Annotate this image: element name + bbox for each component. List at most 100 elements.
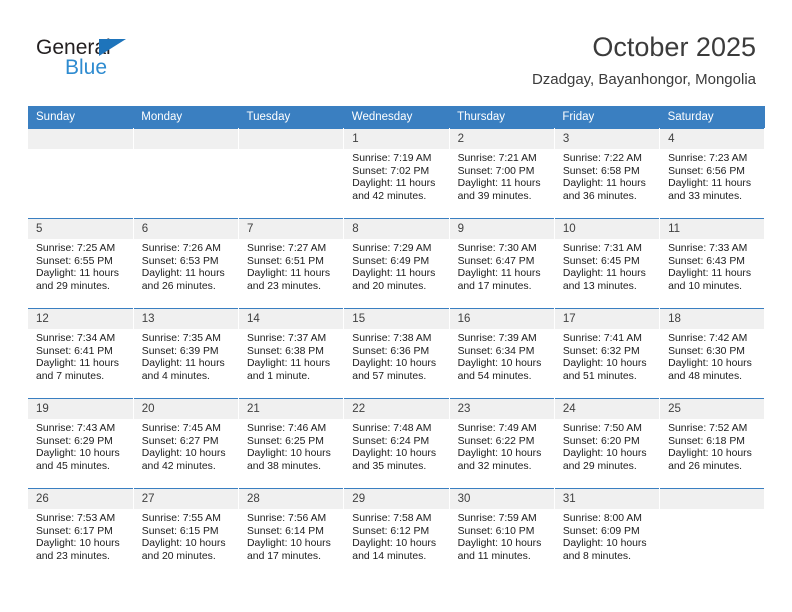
calendar-day-cell[interactable]: 19 Sunrise: 7:43 AM Sunset: 6:29 PM Dayligh… (28, 398, 134, 489)
sunset-text: Sunset: 6:53 PM (141, 255, 219, 267)
sunrise-text: Sunrise: 7:38 AM (352, 333, 432, 344)
calendar-header-row: Sunday Monday Tuesday Wednesday Thursday… (28, 106, 765, 129)
sunset-text: Sunset: 6:56 PM (668, 165, 745, 177)
calendar-day-cell-empty (238, 128, 345, 219)
daylight-text-line1: Daylight: 11 hours (247, 358, 331, 370)
sunrise-text: Sunrise: 7:39 AM (457, 333, 537, 344)
calendar-day-cell-empty (659, 488, 766, 579)
calendar-day-cell[interactable]: 22 Sunrise: 7:48 AM Sunset: 6:24 PM Dayligh… (343, 398, 450, 489)
sunset-text: Sunset: 6:36 PM (352, 345, 430, 357)
calendar-day-cell[interactable]: 30 Sunrise: 7:59 AM Sunset: 6:10 PM Dayligh… (449, 488, 555, 579)
sunset-text: Sunset: 6:14 PM (247, 525, 324, 537)
calendar-day-cell[interactable]: 24 Sunrise: 7:50 AM Sunset: 6:20 PM Dayligh… (554, 398, 661, 489)
sunset-text: Sunset: 6:30 PM (668, 345, 745, 357)
calendar-day-cell[interactable]: 26 Sunrise: 7:53 AM Sunset: 6:17 PM Dayligh… (28, 488, 134, 579)
day-number (660, 489, 765, 509)
calendar-day-cell[interactable]: 31 Sunrise: 8:00 AM Sunset: 6:09 PM Dayligh… (554, 488, 661, 579)
calendar-day-cell[interactable]: 28 Sunrise: 7:56 AM Sunset: 6:14 PM Dayligh… (238, 488, 345, 579)
sunset-text: Sunset: 6:25 PM (247, 435, 324, 447)
day-number: 10 (554, 219, 660, 239)
calendar-day-cell[interactable]: 27 Sunrise: 7:55 AM Sunset: 6:15 PM Dayligh… (133, 488, 240, 579)
daylight-text-line1: Daylight: 11 hours (141, 358, 225, 370)
daylight-text-line2: and 57 minutes. (352, 370, 427, 382)
sunrise-text: Sunrise: 7:42 AM (668, 333, 748, 344)
calendar-day-cell[interactable]: 21 Sunrise: 7:46 AM Sunset: 6:25 PM Dayligh… (238, 398, 345, 489)
daylight-text-line1: Daylight: 10 hours (141, 448, 226, 460)
daylight-text-line1: Daylight: 11 hours (36, 358, 119, 370)
sunset-text: Sunset: 6:39 PM (141, 345, 219, 357)
calendar-day-cell[interactable]: 10 Sunrise: 7:31 AM Sunset: 6:45 PM Dayligh… (554, 218, 661, 309)
day-number: 15 (344, 309, 449, 329)
daylight-text-line2: and 35 minutes. (352, 460, 427, 472)
sunset-text: Sunset: 6:51 PM (247, 255, 324, 267)
day-details: Sunrise: 8:00 AM Sunset: 6:09 PM Daylight:… (555, 509, 659, 563)
calendar-day-cell[interactable]: 16 Sunrise: 7:39 AM Sunset: 6:34 PM Dayligh… (449, 308, 555, 399)
sunrise-text: Sunrise: 7:55 AM (141, 513, 221, 524)
calendar-day-cell[interactable]: 23 Sunrise: 7:49 AM Sunset: 6:22 PM Dayligh… (449, 398, 555, 489)
calendar-day-cell[interactable]: 29 Sunrise: 7:58 AM Sunset: 6:12 PM Dayligh… (343, 488, 450, 579)
day-details: Sunrise: 7:19 AM Sunset: 7:02 PM Daylight:… (344, 149, 448, 203)
daylight-text-line2: and 48 minutes. (668, 370, 743, 382)
sunset-text: Sunset: 6:43 PM (668, 255, 745, 267)
sunrise-text: Sunrise: 7:21 AM (457, 153, 537, 164)
day-number: 20 (133, 399, 239, 419)
daylight-text-line2: and 20 minutes. (141, 550, 216, 562)
calendar-day-cell[interactable]: 6 Sunrise: 7:26 AM Sunset: 6:53 PM Daylight… (133, 218, 240, 309)
day-details: Sunrise: 7:30 AM Sunset: 6:47 PM Daylight:… (450, 239, 554, 293)
calendar-day-cell[interactable]: 15 Sunrise: 7:38 AM Sunset: 6:36 PM Dayligh… (343, 308, 450, 399)
sunrise-text: Sunrise: 7:25 AM (36, 243, 116, 254)
daylight-text-line2: and 8 minutes. (562, 550, 631, 562)
daylight-text-line1: Daylight: 11 hours (247, 268, 331, 280)
sunrise-text: Sunrise: 7:26 AM (141, 243, 221, 254)
calendar-day-cell[interactable]: 17 Sunrise: 7:41 AM Sunset: 6:32 PM Dayligh… (554, 308, 661, 399)
day-details: Sunrise: 7:34 AM Sunset: 6:41 PM Daylight:… (28, 329, 133, 383)
calendar-day-cell[interactable]: 13 Sunrise: 7:35 AM Sunset: 6:39 PM Dayligh… (133, 308, 240, 399)
calendar-day-cell[interactable]: 7 Sunrise: 7:27 AM Sunset: 6:51 PM Daylight… (238, 218, 345, 309)
calendar-day-cell[interactable]: 4 Sunrise: 7:23 AM Sunset: 6:56 PM Daylight… (659, 128, 766, 219)
calendar-day-cell[interactable]: 12 Sunrise: 7:34 AM Sunset: 6:41 PM Dayligh… (28, 308, 134, 399)
calendar-day-cell[interactable]: 1 Sunrise: 7:19 AM Sunset: 7:02 PM Daylight… (343, 128, 450, 219)
calendar-day-cell[interactable]: 9 Sunrise: 7:30 AM Sunset: 6:47 PM Daylight… (449, 218, 555, 309)
day-details: Sunrise: 7:39 AM Sunset: 6:34 PM Daylight:… (450, 329, 554, 383)
sunrise-text: Sunrise: 7:59 AM (457, 513, 537, 524)
calendar-day-cell[interactable]: 18 Sunrise: 7:42 AM Sunset: 6:30 PM Dayligh… (659, 308, 766, 399)
daylight-text-line2: and 1 minute. (247, 370, 310, 382)
general-blue-logo[interactable]: General Blue (36, 36, 216, 86)
page-subtitle: Dzadgay, Bayanhongor, Mongolia (531, 71, 756, 88)
day-number: 2 (449, 129, 554, 149)
daylight-text-line1: Daylight: 10 hours (141, 538, 226, 550)
calendar-day-cell[interactable]: 11 Sunrise: 7:33 AM Sunset: 6:43 PM Dayligh… (659, 218, 766, 309)
calendar-day-cell[interactable]: 14 Sunrise: 7:37 AM Sunset: 6:38 PM Dayligh… (238, 308, 345, 399)
day-number: 30 (449, 489, 554, 509)
calendar-day-cell[interactable]: 25 Sunrise: 7:52 AM Sunset: 6:18 PM Dayligh… (659, 398, 766, 489)
calendar-week-row: 19 Sunrise: 7:43 AM Sunset: 6:29 PM Dayligh… (28, 398, 766, 489)
daylight-text-line2: and 17 minutes. (247, 550, 321, 562)
calendar-day-cell[interactable]: 3 Sunrise: 7:22 AM Sunset: 6:58 PM Daylight… (554, 128, 661, 219)
day-number: 12 (28, 309, 133, 329)
daylight-text-line2: and 13 minutes. (562, 280, 637, 292)
calendar-week-row: 26 Sunrise: 7:53 AM Sunset: 6:17 PM Dayligh… (28, 488, 766, 579)
daylight-text-line1: Daylight: 10 hours (247, 448, 331, 460)
weekday-header-wednesday: Wednesday (343, 106, 450, 129)
day-details: Sunrise: 7:27 AM Sunset: 6:51 PM Daylight:… (239, 239, 343, 293)
day-number: 29 (344, 489, 449, 509)
day-number: 3 (554, 129, 660, 149)
sunset-text: Sunset: 6:15 PM (141, 525, 219, 537)
sunrise-text: Sunrise: 7:29 AM (352, 243, 432, 254)
day-details: Sunrise: 7:42 AM Sunset: 6:30 PM Daylight:… (660, 329, 764, 383)
sunset-text: Sunset: 6:12 PM (352, 525, 430, 537)
day-number: 11 (660, 219, 765, 239)
daylight-text-line1: Daylight: 10 hours (457, 448, 542, 460)
sunset-text: Sunset: 6:49 PM (352, 255, 430, 267)
calendar-day-cell[interactable]: 8 Sunrise: 7:29 AM Sunset: 6:49 PM Daylight… (343, 218, 450, 309)
weekday-header-friday: Friday (554, 106, 660, 129)
day-details: Sunrise: 7:37 AM Sunset: 6:38 PM Daylight:… (239, 329, 343, 383)
calendar-day-cell[interactable]: 5 Sunrise: 7:25 AM Sunset: 6:55 PM Daylight… (28, 218, 134, 309)
sunrise-text: Sunrise: 7:53 AM (36, 513, 116, 524)
calendar-day-cell[interactable]: 20 Sunrise: 7:45 AM Sunset: 6:27 PM Dayligh… (133, 398, 240, 489)
daylight-text-line2: and 20 minutes. (352, 280, 427, 292)
daylight-text-line1: Daylight: 11 hours (352, 268, 436, 280)
daylight-text-line2: and 45 minutes. (36, 460, 110, 472)
calendar-day-cell[interactable]: 2 Sunrise: 7:21 AM Sunset: 7:00 PM Daylight… (449, 128, 555, 219)
weekday-header-tuesday: Tuesday (238, 106, 344, 129)
